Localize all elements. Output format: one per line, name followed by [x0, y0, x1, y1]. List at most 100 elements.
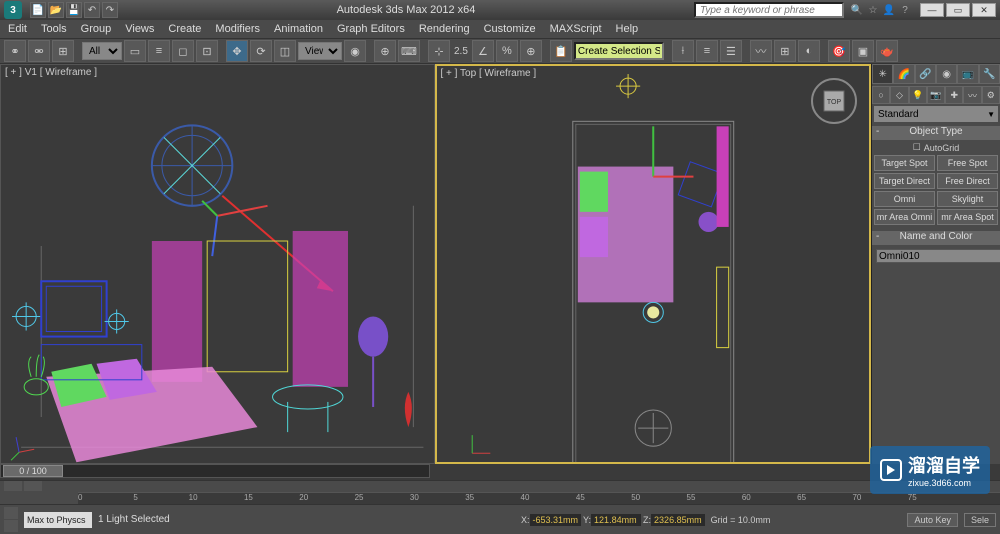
spinner-snap-icon[interactable]: ⊕ — [520, 40, 542, 62]
subtab-cameras[interactable]: 📷 — [927, 86, 945, 104]
menu-animation[interactable]: Animation — [274, 23, 323, 35]
pivot-icon[interactable]: ◉ — [344, 40, 366, 62]
qat-open-icon[interactable]: 📂 — [48, 2, 64, 18]
select-name-icon[interactable]: ≡ — [148, 40, 170, 62]
menu-grapheditors[interactable]: Graph Editors — [337, 23, 405, 35]
mini-btn-2[interactable] — [4, 520, 18, 532]
object-name-field[interactable] — [876, 249, 1000, 263]
coord-y[interactable]: 121.84mm — [591, 514, 641, 526]
trackbar-btn1[interactable] — [4, 481, 22, 491]
timeline-ruler[interactable]: 0 5 10 15 20 25 30 35 40 45 50 55 60 65 … — [78, 492, 1000, 504]
btn-target-spot[interactable]: Target Spot — [874, 155, 935, 171]
close-button[interactable]: ✕ — [972, 3, 996, 17]
subtab-geometry[interactable]: ○ — [872, 86, 890, 104]
subtab-lights[interactable]: 💡 — [909, 86, 927, 104]
help-search-input[interactable] — [694, 2, 844, 18]
menu-group[interactable]: Group — [81, 23, 112, 35]
mini-btn-1[interactable] — [4, 507, 18, 519]
menu-create[interactable]: Create — [168, 23, 201, 35]
percent-snap-icon[interactable]: % — [496, 40, 518, 62]
status-bar: Max to Physcs 1 Light Selected X:-653.31… — [0, 504, 1000, 534]
tab-display[interactable]: 📺 — [957, 64, 978, 84]
unlink-icon[interactable]: ⚭ — [4, 40, 26, 62]
btn-omni[interactable]: Omni — [874, 191, 935, 207]
create-category-dropdown[interactable]: Standard — [874, 106, 998, 122]
app-logo[interactable]: 3 — [4, 1, 22, 19]
snap-icon[interactable]: ⊹ — [428, 40, 450, 62]
autogrid-checkbox[interactable]: ☐AutoGrid — [874, 142, 998, 153]
tab-hierarchy[interactable]: 🔗 — [915, 64, 936, 84]
subtab-systems[interactable]: ⚙ — [982, 86, 1000, 104]
maxscript-tab[interactable]: Max to Physcs — [24, 512, 92, 528]
qat-new-icon[interactable]: 📄 — [30, 2, 46, 18]
qat-save-icon[interactable]: 💾 — [66, 2, 82, 18]
tab-utilities[interactable]: 🔧 — [979, 64, 1000, 84]
time-slider[interactable]: 0 / 100 — [0, 464, 430, 478]
named-selection-set[interactable] — [574, 42, 664, 60]
coord-z[interactable]: 2326.85mm — [651, 514, 705, 526]
select-region-icon[interactable]: ◻ — [172, 40, 194, 62]
btn-mr-area-omni[interactable]: mr Area Omni — [874, 209, 935, 225]
subtab-helpers[interactable]: ✚ — [945, 86, 963, 104]
btn-free-spot[interactable]: Free Spot — [937, 155, 998, 171]
selected-dropdown[interactable]: Sele — [964, 513, 996, 527]
mirror-icon[interactable]: ⟊ — [672, 40, 694, 62]
link-icon[interactable]: ⚮ — [28, 40, 50, 62]
rotate-icon[interactable]: ⟳ — [250, 40, 272, 62]
subtab-spacewarps[interactable]: 〰 — [963, 86, 981, 104]
btn-mr-area-spot[interactable]: mr Area Spot — [937, 209, 998, 225]
render-frame-icon[interactable]: ▣ — [852, 40, 874, 62]
select-manipulate-icon[interactable]: ⊕ — [374, 40, 396, 62]
menu-modifiers[interactable]: Modifiers — [215, 23, 260, 35]
scale-icon[interactable]: ◫ — [274, 40, 296, 62]
btn-target-direct[interactable]: Target Direct — [874, 173, 935, 189]
search-icon[interactable]: 🔍 — [850, 3, 864, 17]
move-icon[interactable]: ✥ — [226, 40, 248, 62]
menu-tools[interactable]: Tools — [41, 23, 67, 35]
viewport-label-right[interactable]: [ + ] Top [ Wireframe ] — [441, 68, 537, 79]
help-icon[interactable]: ? — [898, 3, 912, 17]
ref-coord-system[interactable]: View — [298, 42, 342, 60]
window-crossing-icon[interactable]: ⊡ — [196, 40, 218, 62]
rollout-header-objtype[interactable]: Object Type — [872, 126, 1000, 140]
qat-redo-icon[interactable]: ↷ — [102, 2, 118, 18]
menu-maxscript[interactable]: MAXScript — [550, 23, 602, 35]
menu-customize[interactable]: Customize — [484, 23, 536, 35]
viewport-label-left[interactable]: [ + ] V1 [ Wireframe ] — [5, 67, 97, 78]
subtab-shapes[interactable]: ◇ — [890, 86, 908, 104]
menu-views[interactable]: Views — [125, 23, 154, 35]
maximize-button[interactable]: ▭ — [946, 3, 970, 17]
menu-help[interactable]: Help — [616, 23, 639, 35]
star-icon[interactable]: ☆ — [866, 3, 880, 17]
menu-edit[interactable]: Edit — [8, 23, 27, 35]
trackbar-btn2[interactable] — [24, 481, 42, 491]
keyboard-shortcut-icon[interactable]: ⌨ — [398, 40, 420, 62]
qat-undo-icon[interactable]: ↶ — [84, 2, 100, 18]
tab-motion[interactable]: ◉ — [936, 64, 957, 84]
named-selection-icon[interactable]: 📋 — [550, 40, 572, 62]
menu-rendering[interactable]: Rendering — [419, 23, 470, 35]
rollout-header-name[interactable]: Name and Color — [872, 231, 1000, 245]
viewport-top[interactable]: [ + ] Top [ Wireframe ] TOP — [435, 64, 872, 464]
viewport-perspective[interactable]: [ + ] V1 [ Wireframe ] — [0, 64, 435, 464]
schematic-view-icon[interactable]: ⊞ — [774, 40, 796, 62]
btn-free-direct[interactable]: Free Direct — [937, 173, 998, 189]
minimize-button[interactable]: — — [920, 3, 944, 17]
tab-create[interactable]: ✳ — [872, 64, 893, 84]
btn-skylight[interactable]: Skylight — [937, 191, 998, 207]
signin-icon[interactable]: 👤 — [882, 3, 896, 17]
autokey-button[interactable]: Auto Key — [907, 513, 958, 527]
bind-icon[interactable]: ⊞ — [52, 40, 74, 62]
time-slider-thumb[interactable]: 0 / 100 — [3, 465, 63, 477]
render-setup-icon[interactable]: 🎯 — [828, 40, 850, 62]
coord-x[interactable]: -653.31mm — [530, 514, 582, 526]
render-icon[interactable]: 🫖 — [876, 40, 898, 62]
curve-editor-icon[interactable]: 〰 — [750, 40, 772, 62]
material-editor-icon[interactable]: ◐ — [798, 40, 820, 62]
select-icon[interactable]: ▭ — [124, 40, 146, 62]
selection-filter[interactable]: All — [82, 42, 122, 60]
angle-snap-icon[interactable]: ∠ — [472, 40, 494, 62]
align-icon[interactable]: ≡ — [696, 40, 718, 62]
tab-modify[interactable]: 🌈 — [893, 64, 914, 84]
layers-icon[interactable]: ☰ — [720, 40, 742, 62]
